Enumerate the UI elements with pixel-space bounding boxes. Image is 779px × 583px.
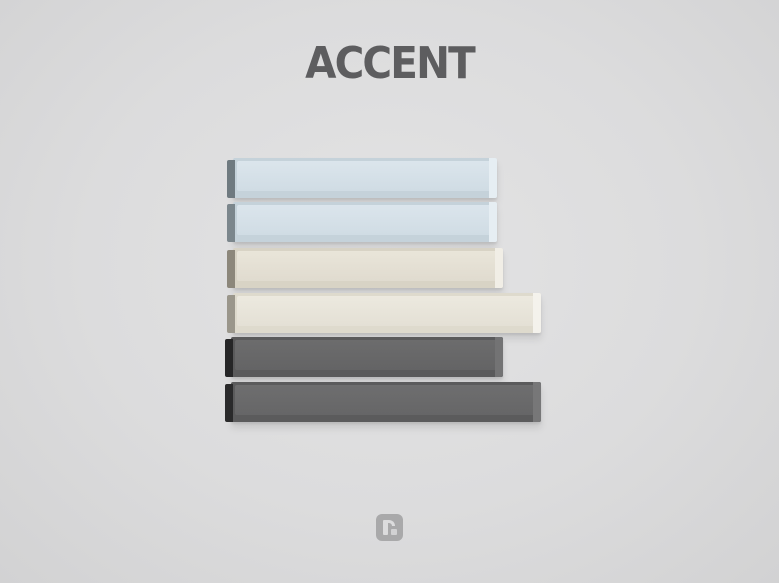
keycap-side <box>225 384 233 422</box>
keycap-stack <box>0 0 779 583</box>
keycap-side <box>227 204 235 242</box>
keycap-face <box>237 251 497 281</box>
keycap-end <box>495 248 503 288</box>
cream-spacebar-2 <box>227 293 541 333</box>
keycap-face <box>237 296 535 326</box>
logo-arm <box>386 520 395 526</box>
dark-gray-spacebar-1 <box>225 337 503 377</box>
keycap-side <box>227 295 235 333</box>
keycap-end <box>489 202 497 242</box>
keycap-face <box>235 385 535 415</box>
cream-spacebar-1 <box>227 248 503 288</box>
keycap-face <box>235 340 497 370</box>
keycap-side <box>227 160 235 198</box>
keycap-end <box>495 337 503 377</box>
keycap-side <box>227 250 235 288</box>
keycap-face <box>237 161 491 191</box>
keycap-end <box>533 382 541 422</box>
light-blue-spacebar-1 <box>227 158 497 198</box>
logo-mark <box>391 529 397 535</box>
brand-r-logo-icon <box>376 514 403 541</box>
keycap-face <box>237 205 491 235</box>
keycap-end <box>489 158 497 198</box>
keycap-end <box>533 293 541 333</box>
keycap-side <box>225 339 233 377</box>
light-blue-spacebar-2 <box>227 202 497 242</box>
dark-gray-spacebar-2 <box>225 382 541 422</box>
